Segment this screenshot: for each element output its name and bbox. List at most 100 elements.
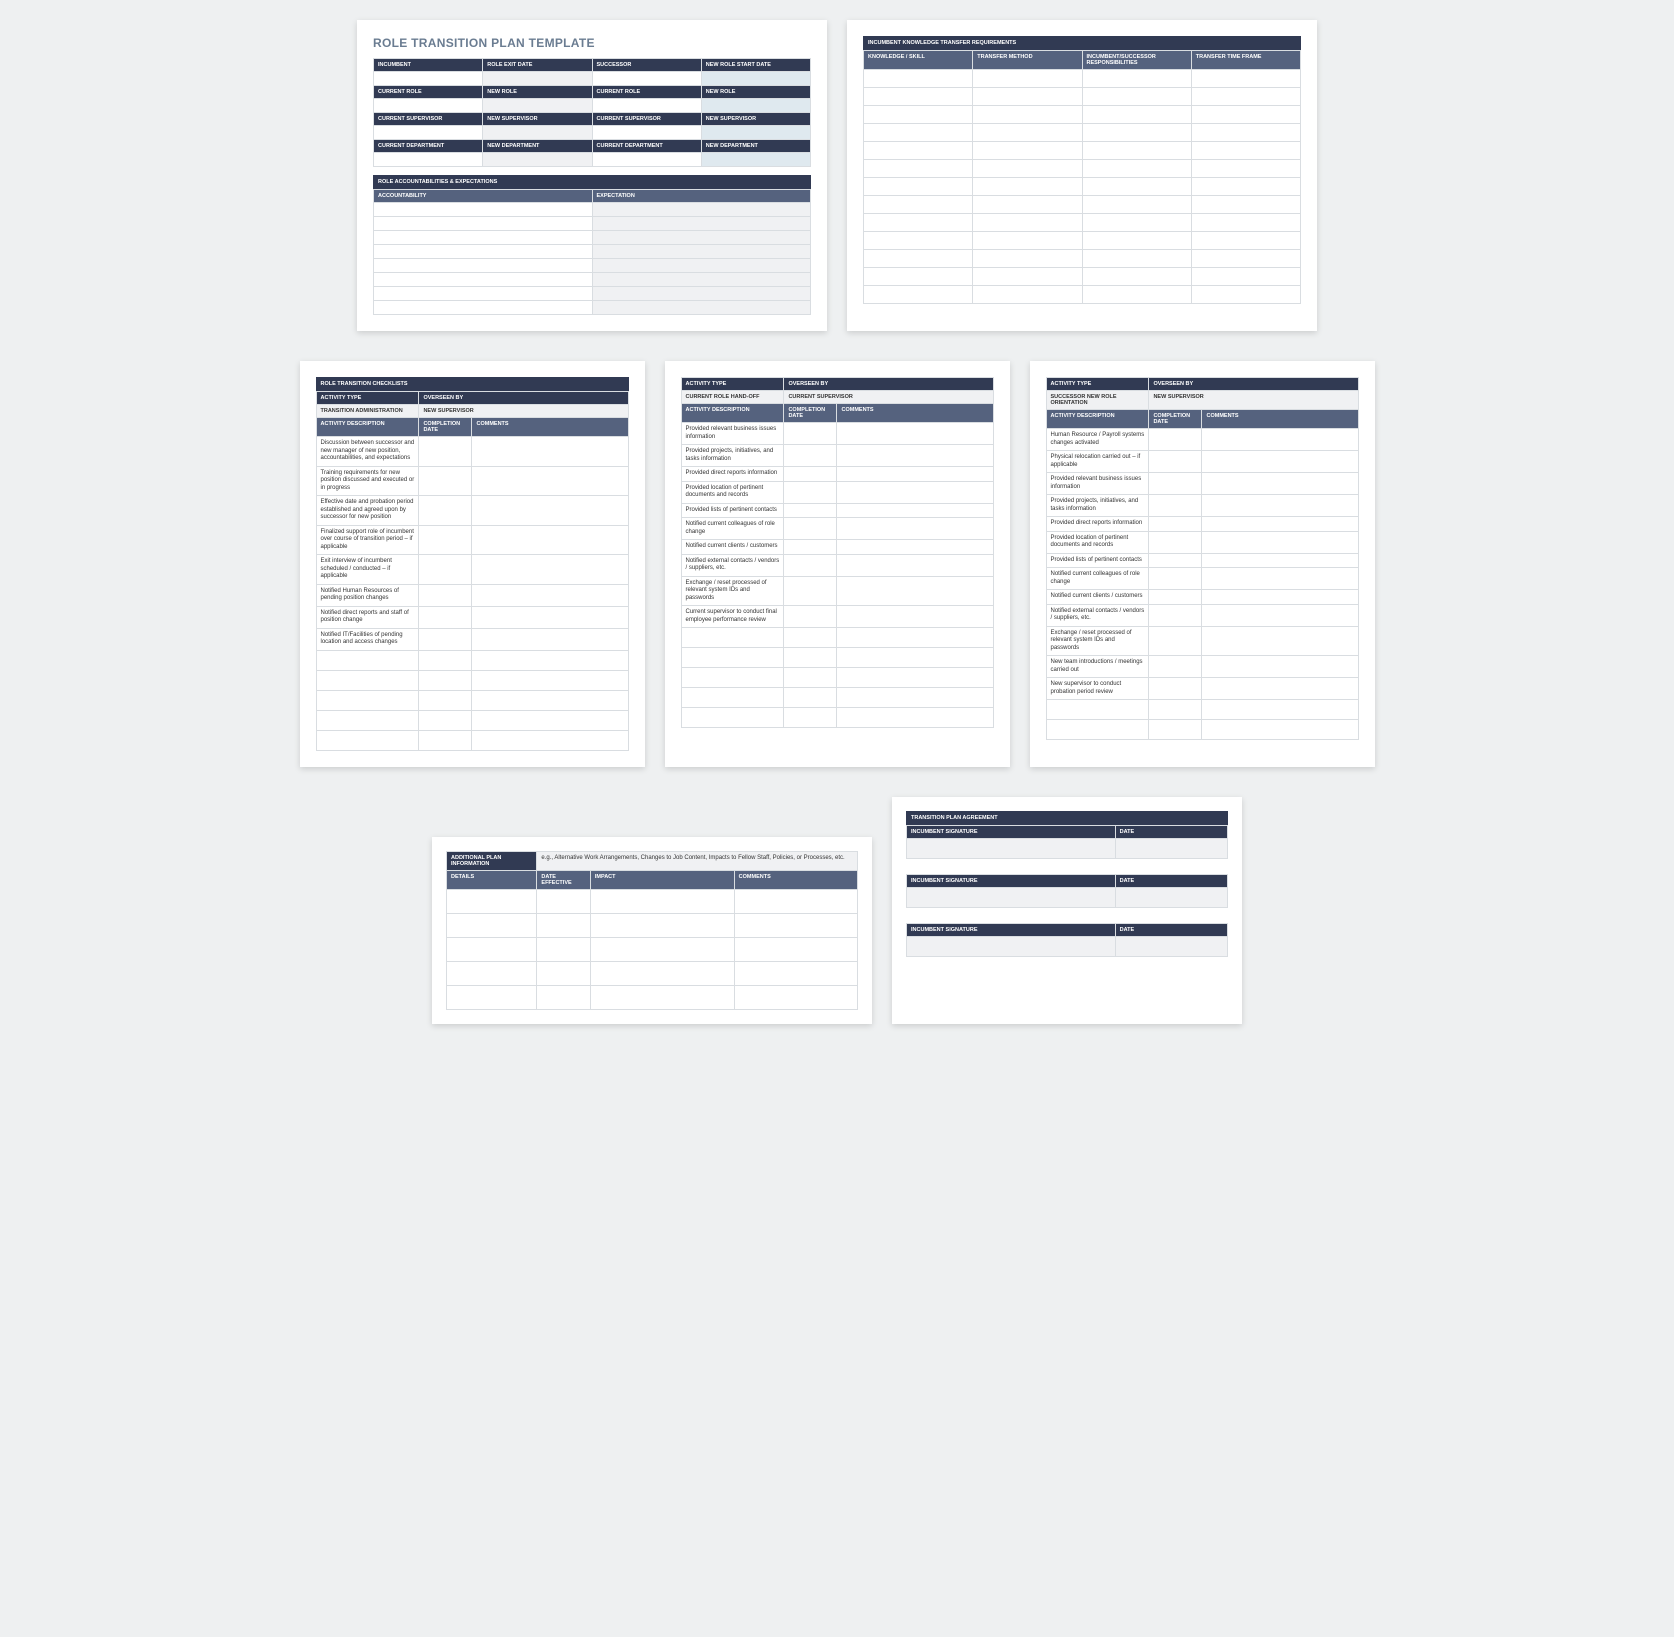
completion-date[interactable] [784,576,837,606]
comments-cell[interactable] [472,606,628,628]
table-cell[interactable] [1082,286,1191,304]
table-cell[interactable] [419,650,472,670]
table-cell[interactable] [973,124,1082,142]
table-cell[interactable] [1191,88,1300,106]
table-cell[interactable] [419,710,472,730]
table-cell[interactable] [1082,268,1191,286]
comments-cell[interactable] [1202,626,1358,656]
table-cell[interactable] [1191,250,1300,268]
completion-date[interactable] [419,466,472,496]
comments-cell[interactable] [837,518,993,540]
date-field[interactable] [1115,887,1227,907]
table-cell[interactable] [1191,142,1300,160]
table-cell[interactable] [447,961,537,985]
table-cell[interactable] [837,708,993,728]
signature-field[interactable] [907,936,1116,956]
table-cell[interactable] [316,650,419,670]
completion-date[interactable] [784,481,837,503]
table-cell[interactable] [864,250,973,268]
info-value[interactable] [592,99,701,113]
table-cell[interactable] [864,88,973,106]
table-cell[interactable] [837,648,993,668]
table-cell[interactable] [590,889,734,913]
table-cell[interactable] [537,961,590,985]
table-cell[interactable] [973,232,1082,250]
completion-date[interactable] [1149,568,1202,590]
table-cell[interactable] [1046,700,1149,720]
table-cell[interactable] [472,690,628,710]
info-value[interactable] [701,126,810,140]
info-value[interactable] [374,153,483,167]
table-cell[interactable] [1082,178,1191,196]
table-cell[interactable] [784,688,837,708]
table-cell[interactable] [734,961,857,985]
comments-cell[interactable] [472,496,628,526]
completion-date[interactable] [784,540,837,555]
table-cell[interactable] [374,287,593,301]
table-cell[interactable] [592,203,811,217]
table-cell[interactable] [316,730,419,750]
comments-cell[interactable] [472,525,628,555]
table-cell[interactable] [973,214,1082,232]
table-cell[interactable] [734,889,857,913]
table-cell[interactable] [1082,160,1191,178]
comments-cell[interactable] [472,628,628,650]
table-cell[interactable] [973,142,1082,160]
table-cell[interactable] [316,690,419,710]
table-cell[interactable] [590,961,734,985]
table-cell[interactable] [973,268,1082,286]
comments-cell[interactable] [1202,429,1358,451]
table-cell[interactable] [537,889,590,913]
table-cell[interactable] [1082,196,1191,214]
table-cell[interactable] [447,985,537,1009]
table-cell[interactable] [1202,720,1358,740]
info-value[interactable] [483,126,592,140]
table-cell[interactable] [973,160,1082,178]
info-value[interactable] [483,153,592,167]
comments-cell[interactable] [1202,451,1358,473]
completion-date[interactable] [784,554,837,576]
table-cell[interactable] [864,232,973,250]
comments-cell[interactable] [1202,517,1358,532]
table-cell[interactable] [734,937,857,961]
date-field[interactable] [1115,936,1227,956]
table-cell[interactable] [419,690,472,710]
table-cell[interactable] [973,196,1082,214]
table-cell[interactable] [537,913,590,937]
table-cell[interactable] [447,937,537,961]
table-cell[interactable] [472,730,628,750]
comments-cell[interactable] [837,481,993,503]
completion-date[interactable] [1149,553,1202,568]
table-cell[interactable] [1082,70,1191,88]
completion-date[interactable] [1149,590,1202,605]
comments-cell[interactable] [472,437,628,467]
completion-date[interactable] [784,467,837,482]
completion-date[interactable] [784,606,837,628]
table-cell[interactable] [374,301,593,315]
comments-cell[interactable] [1202,604,1358,626]
table-cell[interactable] [1082,250,1191,268]
table-cell[interactable] [973,178,1082,196]
table-cell[interactable] [734,913,857,937]
completion-date[interactable] [1149,531,1202,553]
completion-date[interactable] [784,503,837,518]
table-cell[interactable] [374,231,593,245]
table-cell[interactable] [864,196,973,214]
table-cell[interactable] [1082,232,1191,250]
signature-field[interactable] [907,887,1116,907]
table-cell[interactable] [1046,720,1149,740]
table-cell[interactable] [1082,106,1191,124]
table-cell[interactable] [864,124,973,142]
table-cell[interactable] [784,708,837,728]
comments-cell[interactable] [837,423,993,445]
table-cell[interactable] [447,889,537,913]
table-cell[interactable] [419,670,472,690]
table-cell[interactable] [374,217,593,231]
table-cell[interactable] [864,160,973,178]
table-cell[interactable] [973,286,1082,304]
completion-date[interactable] [1149,604,1202,626]
info-value[interactable] [592,153,701,167]
table-cell[interactable] [973,250,1082,268]
table-cell[interactable] [681,688,784,708]
completion-date[interactable] [1149,451,1202,473]
